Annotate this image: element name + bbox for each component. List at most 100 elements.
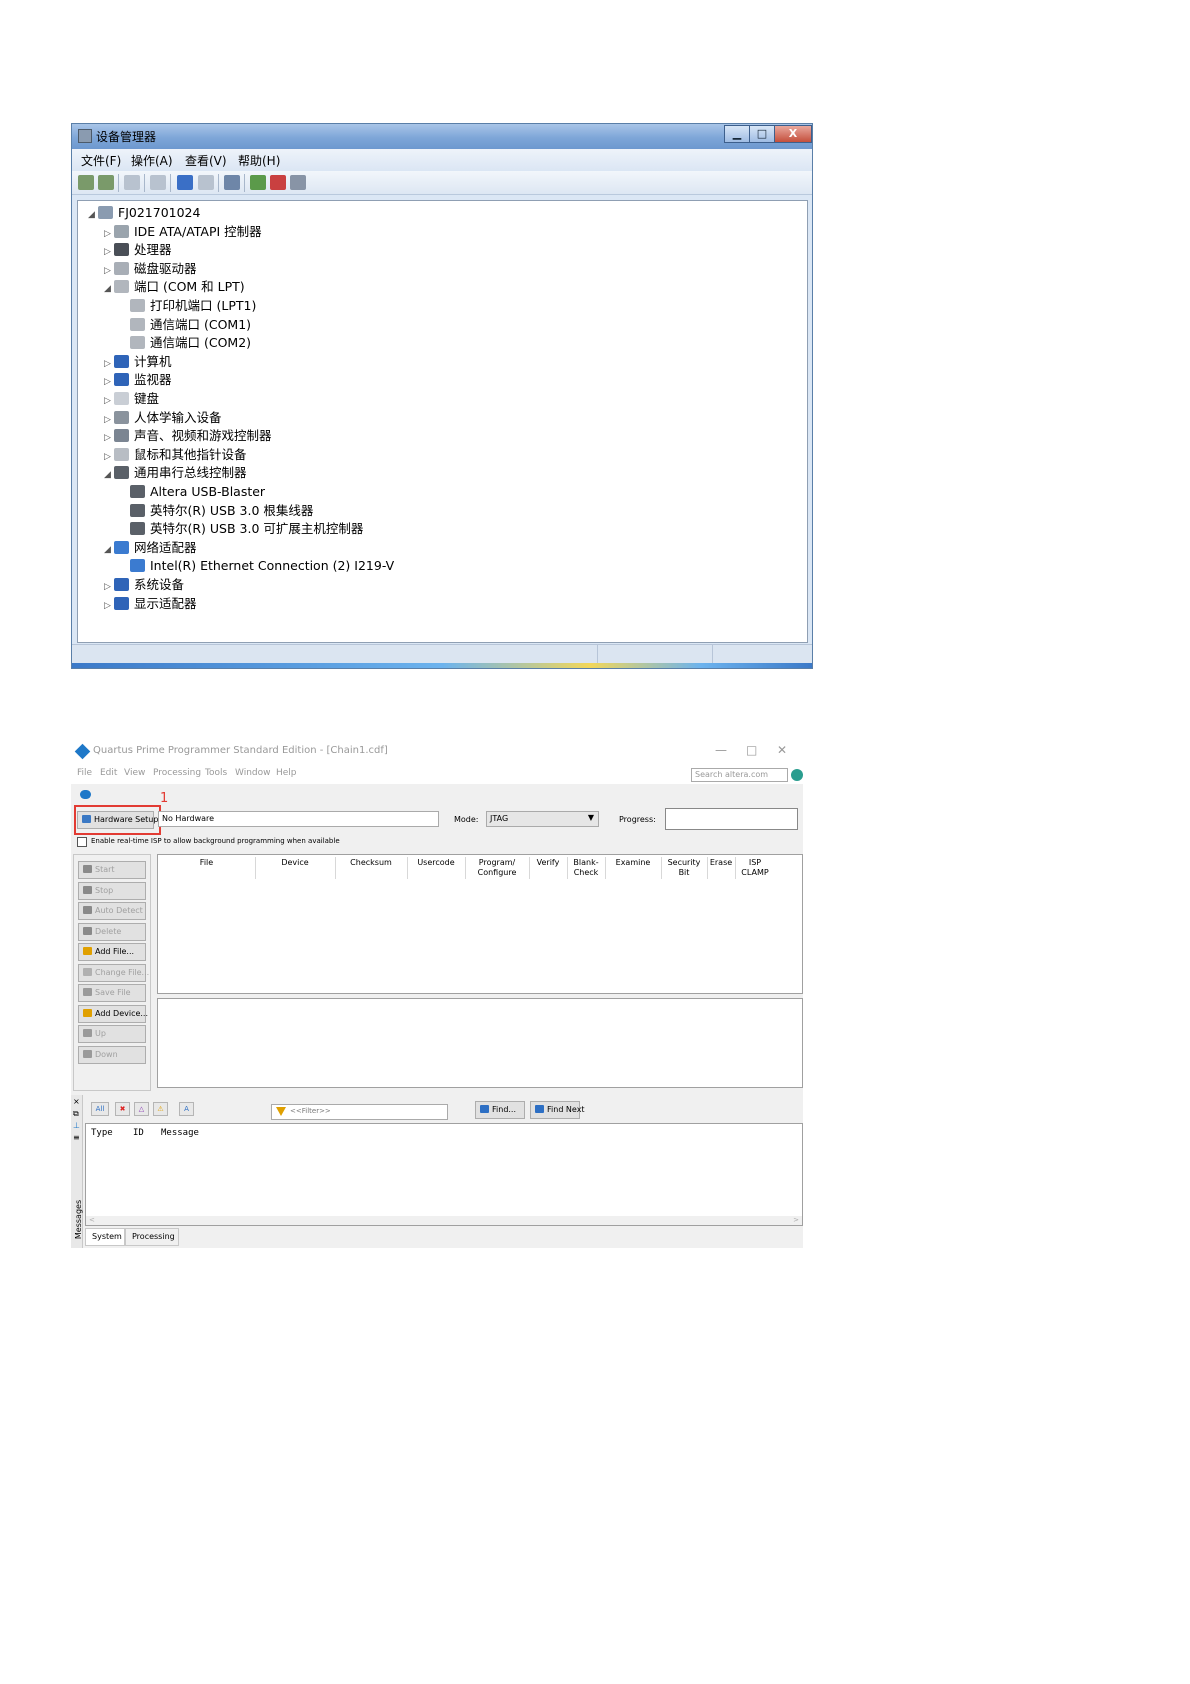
column-separator[interactable]: [707, 857, 708, 879]
column-header[interactable]: Verify: [529, 858, 567, 868]
forward-arrow-icon[interactable]: [98, 175, 114, 190]
expand-toggle-icon[interactable]: ▷: [104, 392, 114, 410]
filter-all-button[interactable]: All: [91, 1102, 109, 1116]
qp-menu-file[interactable]: File: [77, 768, 92, 778]
tree-item[interactable]: ◢ 端口 (COM 和 LPT): [104, 278, 245, 296]
isp-checkbox[interactable]: [77, 837, 87, 847]
expand-toggle-icon[interactable]: ▷: [104, 578, 114, 596]
warning-filter-icon[interactable]: ⚠: [153, 1102, 168, 1116]
tree-item[interactable]: ◢ 网络适配器: [104, 539, 197, 557]
side-button-add-device[interactable]: Add Device...: [78, 1004, 148, 1023]
expand-toggle-icon[interactable]: ▷: [104, 597, 114, 615]
search-input[interactable]: Search altera.com: [691, 768, 788, 782]
expand-toggle-icon[interactable]: ▷: [104, 262, 114, 280]
expand-toggle-icon[interactable]: ▷: [104, 411, 114, 429]
tree-item[interactable]: ▷ 鼠标和其他指针设备: [104, 446, 247, 464]
maximize-button[interactable]: □: [749, 125, 775, 143]
qp-menu-tools[interactable]: Tools: [205, 768, 227, 778]
properties-pane-icon[interactable]: [124, 175, 140, 190]
critical-warning-filter-icon[interactable]: △: [134, 1102, 149, 1116]
tree-item[interactable]: ◢ 通用串行总线控制器: [104, 464, 247, 482]
info-filter-icon[interactable]: A: [179, 1102, 194, 1116]
tree-item[interactable]: ▷ 键盘: [104, 390, 159, 408]
column-separator[interactable]: [567, 857, 568, 879]
menu-view[interactable]: 查看(V): [185, 152, 227, 169]
minimize-button[interactable]: ▁: [724, 125, 750, 143]
qp-close-button[interactable]: ✕: [777, 743, 787, 757]
side-button-save-file[interactable]: Save File: [78, 984, 146, 1002]
close-button[interactable]: X: [774, 125, 812, 143]
find-button[interactable]: Find...: [475, 1101, 525, 1119]
column-header[interactable]: Erase: [707, 858, 735, 868]
dock-close-icon[interactable]: ×: [73, 1097, 80, 1106]
tree-item[interactable]: ▷ 磁盘驱动器: [104, 260, 197, 278]
side-button-delete[interactable]: Delete: [78, 922, 146, 941]
side-button-up[interactable]: Up: [78, 1025, 146, 1043]
column-separator[interactable]: [255, 857, 256, 879]
tree-item[interactable]: Altera USB-Blaster: [120, 483, 265, 501]
qp-menu-edit[interactable]: Edit: [100, 768, 117, 778]
side-button-start[interactable]: Start: [78, 861, 146, 879]
tree-item[interactable]: Intel(R) Ethernet Connection (2) I219-V: [120, 557, 394, 575]
dock-float-icon[interactable]: ⧉: [73, 1109, 79, 1119]
tree-item[interactable]: ▷ 监视器: [104, 371, 172, 389]
expand-toggle-icon[interactable]: ▷: [104, 355, 114, 373]
tree-item[interactable]: ▷ IDE ATA/ATAPI 控制器: [104, 223, 262, 241]
view-icon[interactable]: [198, 175, 214, 190]
expand-toggle-icon[interactable]: ◢: [88, 206, 98, 224]
dock-menu-icon[interactable]: ≡: [73, 1133, 80, 1142]
expand-toggle-icon[interactable]: ▷: [104, 225, 114, 243]
horizontal-scrollbar[interactable]: < >: [86, 1216, 802, 1225]
find-next-button[interactable]: Find Next: [530, 1101, 585, 1119]
error-filter-icon[interactable]: ✖: [115, 1102, 130, 1116]
uninstall-icon[interactable]: [270, 175, 286, 190]
column-header[interactable]: ISP CLAMP: [735, 858, 775, 878]
tree-item[interactable]: ▷ 人体学输入设备: [104, 409, 222, 427]
tree-item[interactable]: 英特尔(R) USB 3.0 根集线器: [120, 502, 313, 520]
tree-item[interactable]: ▷ 处理器: [104, 241, 172, 259]
tree-item[interactable]: 英特尔(R) USB 3.0 可扩展主机控制器: [120, 520, 363, 538]
expand-toggle-icon[interactable]: ◢: [104, 541, 114, 559]
expand-toggle-icon[interactable]: ▷: [104, 373, 114, 391]
tab-processing[interactable]: Processing: [125, 1228, 179, 1246]
tree-item[interactable]: 通信端口 (COM1): [120, 316, 251, 334]
menu-help[interactable]: 帮助(H): [238, 152, 280, 169]
globe-icon[interactable]: [791, 769, 803, 781]
expand-toggle-icon[interactable]: ▷: [104, 243, 114, 261]
tree-item[interactable]: 打印机端口 (LPT1): [120, 297, 256, 315]
column-separator[interactable]: [407, 857, 408, 879]
properties-icon[interactable]: [150, 175, 166, 190]
column-header[interactable]: Checksum: [335, 858, 407, 868]
tree-item[interactable]: 通信端口 (COM2): [120, 334, 251, 352]
qp-menu-window[interactable]: Window: [235, 768, 271, 778]
column-separator[interactable]: [661, 857, 662, 879]
back-arrow-icon[interactable]: [78, 175, 94, 190]
tree-item[interactable]: ◢ FJ021701024: [88, 204, 200, 222]
scan-hardware-icon[interactable]: [224, 175, 240, 190]
dock-pin-icon[interactable]: ⊥: [73, 1121, 80, 1130]
tree-item[interactable]: ▷ 计算机: [104, 353, 172, 371]
qp-maximize-button[interactable]: □: [746, 743, 757, 757]
tab-system[interactable]: System: [85, 1228, 125, 1246]
qp-menu-help[interactable]: Help: [276, 768, 297, 778]
column-separator[interactable]: [605, 857, 606, 879]
message-filter-input[interactable]: <<Filter>>: [271, 1104, 448, 1120]
expand-toggle-icon[interactable]: ◢: [104, 280, 114, 298]
update-driver-icon[interactable]: [250, 175, 266, 190]
side-button-change-file[interactable]: Change File...: [78, 963, 149, 982]
side-button-auto-detect[interactable]: Auto Detect: [78, 902, 146, 920]
column-separator[interactable]: [335, 857, 336, 879]
side-button-down[interactable]: Down: [78, 1045, 146, 1064]
column-header[interactable]: File: [158, 858, 255, 868]
column-separator[interactable]: [465, 857, 466, 879]
qp-minimize-button[interactable]: —: [715, 743, 727, 757]
column-separator[interactable]: [735, 857, 736, 879]
column-header[interactable]: Examine: [605, 858, 661, 868]
expand-toggle-icon[interactable]: ◢: [104, 466, 114, 484]
menu-file[interactable]: 文件(F): [81, 152, 121, 169]
expand-toggle-icon[interactable]: ▷: [104, 429, 114, 447]
chat-icon[interactable]: [80, 790, 91, 799]
column-header[interactable]: Usercode: [407, 858, 465, 868]
column-header[interactable]: Blank- Check: [567, 858, 605, 878]
column-separator[interactable]: [529, 857, 530, 879]
